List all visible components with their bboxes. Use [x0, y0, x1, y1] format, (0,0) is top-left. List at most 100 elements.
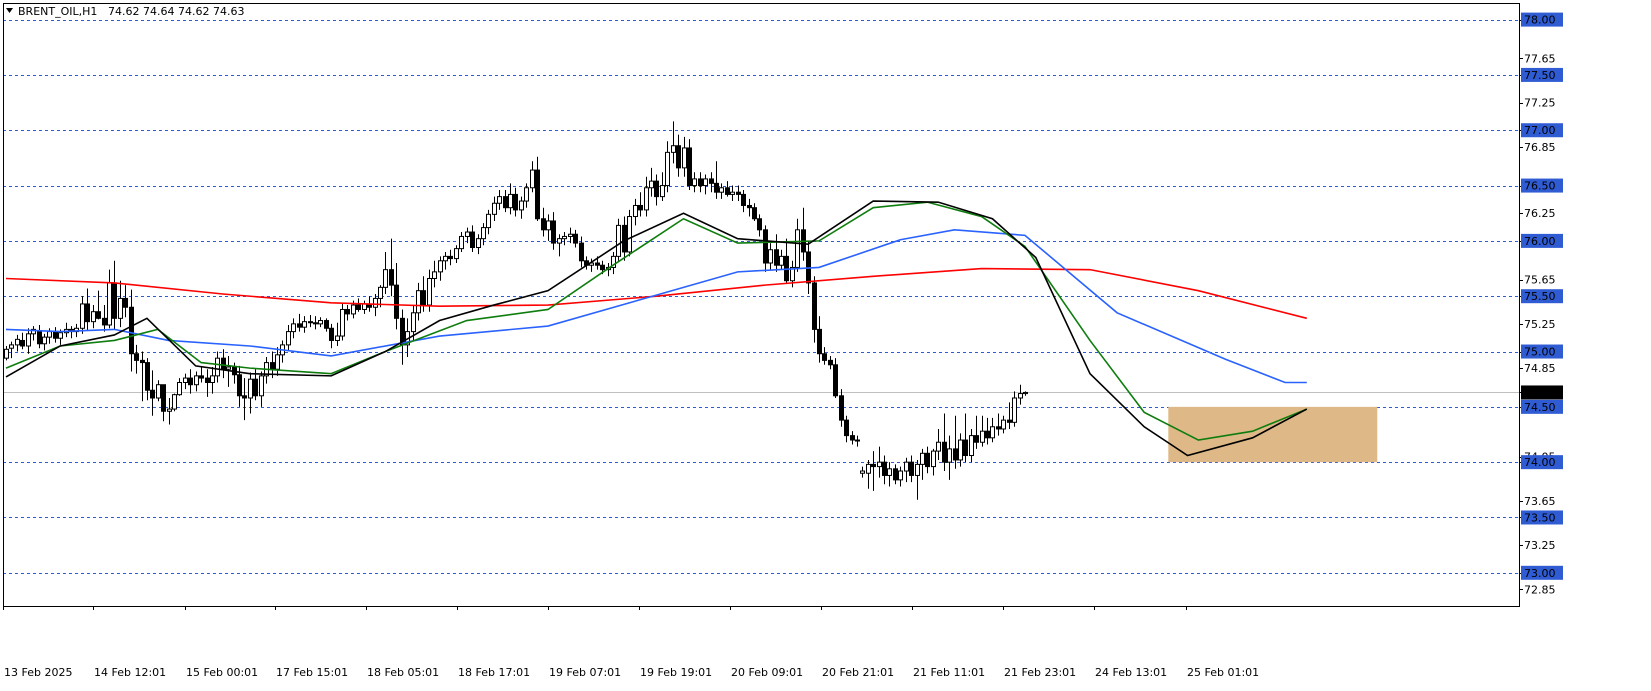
- candle-bull: [866, 463, 871, 474]
- candle-bear: [985, 430, 990, 439]
- candle-bear: [817, 328, 822, 355]
- y-tick-label: 77.00: [1524, 124, 1556, 137]
- candle-bull: [26, 333, 31, 347]
- candle-bear: [541, 218, 546, 231]
- candle-bull: [9, 344, 14, 349]
- y-tick-label: 76.00: [1524, 235, 1556, 248]
- candle-bear: [741, 193, 746, 206]
- candle-bull: [275, 354, 280, 370]
- y-tick-label: 73.25: [1524, 539, 1556, 552]
- candle-bull: [443, 255, 448, 262]
- candle-bull: [524, 187, 529, 202]
- candle-bear: [844, 419, 849, 437]
- candle-bull: [969, 435, 974, 457]
- candle-bull: [15, 338, 20, 346]
- ohlc-label: 74.62 74.64 74.62 74.63: [108, 5, 244, 18]
- candle-bull: [947, 448, 952, 463]
- y-tick-label: 78.00: [1524, 14, 1556, 27]
- candle-bull: [519, 200, 524, 211]
- candle-bear: [850, 435, 855, 441]
- candle-bear: [237, 374, 242, 397]
- candle-bear: [345, 308, 350, 315]
- candle-bear: [242, 395, 247, 399]
- grid-layer: [3, 20, 1519, 574]
- y-tick-label: 74.85: [1524, 362, 1556, 375]
- candle-bull: [183, 377, 188, 384]
- x-tick-label: 25 Feb 01:01: [1187, 666, 1259, 679]
- candle-bull: [362, 303, 367, 310]
- candle-bull: [1018, 393, 1023, 399]
- x-tick-label: 18 Feb 05:01: [367, 666, 439, 679]
- x-tick-label: 19 Feb 19:01: [640, 666, 712, 679]
- candle-bull: [432, 271, 437, 279]
- candle-bull: [215, 357, 220, 377]
- candle-bear: [595, 262, 600, 266]
- candle-bull: [980, 430, 985, 443]
- candle-bull: [671, 145, 676, 153]
- candle-bull: [259, 375, 264, 397]
- candle-bear: [513, 193, 518, 211]
- candle-bear: [551, 220, 556, 244]
- time-axis[interactable]: 13 Feb 2025 14 Feb 12:01 15 Feb 00:01 17 Fe…: [3, 606, 1260, 679]
- candle-bear: [329, 327, 334, 341]
- candle-bear: [893, 468, 898, 481]
- candle-bear: [123, 297, 128, 308]
- candle-bear: [871, 463, 876, 468]
- candle-bull: [291, 323, 296, 333]
- candle-bear: [763, 229, 768, 264]
- candle-bear: [757, 218, 762, 231]
- dropdown-triangle-icon[interactable]: [6, 8, 13, 13]
- candle-bull: [302, 321, 307, 328]
- candle-bull: [416, 290, 421, 314]
- candle-bear: [736, 191, 741, 195]
- chart-header: BRENT_OIL,H1 74.62 74.64 74.62 74.63: [6, 5, 244, 18]
- candle-bear: [752, 207, 757, 220]
- candle-bull: [476, 238, 481, 249]
- candle-bull: [318, 320, 323, 325]
- candle-bear: [963, 439, 968, 457]
- candle-bull: [177, 382, 182, 396]
- candle-bull: [877, 461, 882, 468]
- y-tick-label: 75.25: [1524, 318, 1556, 331]
- y-tick-label: 74.50: [1524, 401, 1556, 414]
- y-tick-label: 77.65: [1524, 52, 1556, 65]
- candle-bear: [253, 378, 258, 397]
- candle-bull: [58, 332, 63, 339]
- candle-bull: [546, 220, 551, 231]
- candle-bull: [703, 178, 708, 187]
- x-tick-label: 18 Feb 17:01: [458, 666, 530, 679]
- candle-bull: [562, 235, 567, 240]
- candle-bear: [687, 147, 692, 187]
- candle-bear: [535, 169, 540, 220]
- candle-bull: [107, 282, 112, 326]
- candle-bear: [774, 249, 779, 266]
- candle-bear: [882, 461, 887, 476]
- candle-bear: [102, 317, 107, 326]
- y-tick-label: 76.25: [1524, 207, 1556, 220]
- candle-bull: [660, 185, 665, 198]
- candle-bear: [145, 362, 150, 391]
- candle-bull: [795, 229, 800, 268]
- candle-bear: [421, 290, 426, 306]
- candle-bull: [719, 187, 724, 193]
- candle-bear: [85, 303, 90, 323]
- zone-layer: [1168, 406, 1378, 463]
- candle-bear: [140, 359, 145, 364]
- price-axis[interactable]: 78.00 77.65 77.50 77.25 77.00 76.85 76.50 76.25…: [1519, 12, 1563, 597]
- x-tick-label: 20 Feb 09:01: [731, 666, 803, 679]
- candle-bear: [974, 435, 979, 443]
- candle-bear: [622, 224, 627, 253]
- candle-bear: [324, 320, 329, 329]
- candle-bull: [454, 248, 459, 260]
- candle-bull: [958, 439, 963, 461]
- candle-bull: [920, 452, 925, 465]
- candle-bear: [96, 311, 101, 319]
- y-tick-label: 75.00: [1524, 346, 1556, 359]
- candle-bull: [91, 311, 96, 323]
- candle-bear: [996, 426, 1001, 430]
- x-tick-label: 13 Feb 2025: [4, 666, 72, 679]
- y-tick-label: 77.50: [1524, 69, 1556, 82]
- ma-line: [5, 267, 1307, 320]
- ma-layer: [5, 200, 1308, 457]
- price-chart[interactable]: 78.00 77.65 77.50 77.25 77.00 76.85 76.50 76.25…: [0, 0, 1651, 691]
